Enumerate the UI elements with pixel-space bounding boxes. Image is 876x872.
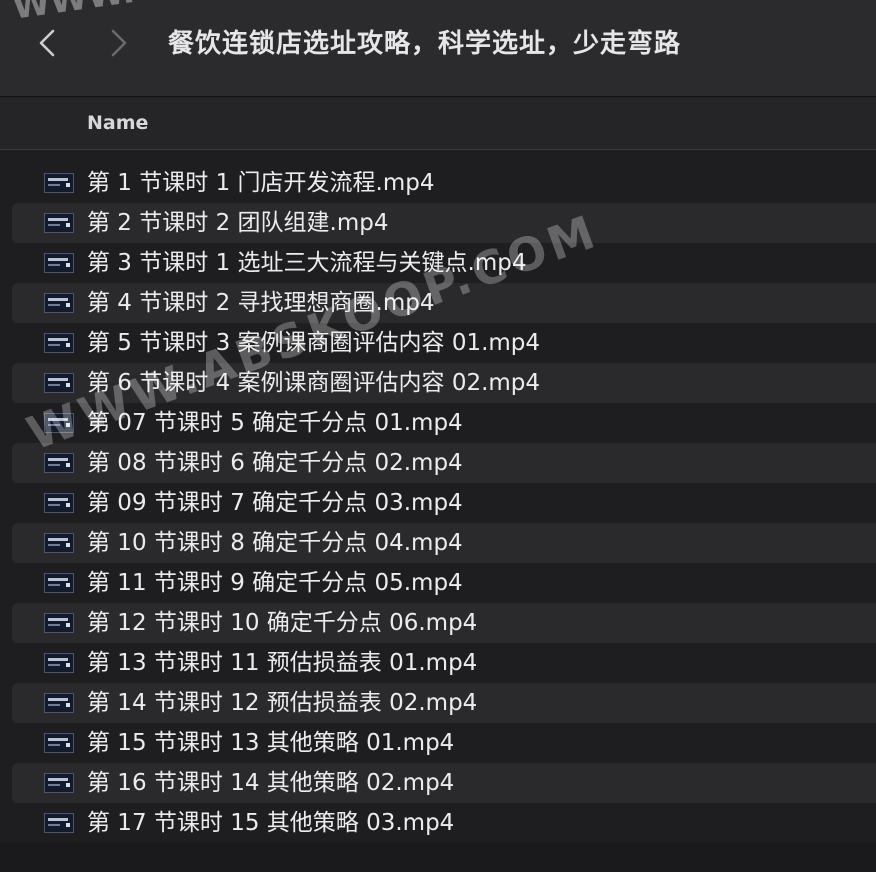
- video-file-icon: [44, 413, 74, 433]
- window-titlebar: 餐饮连锁店选址攻略，科学选址，少走弯路: [0, 0, 876, 97]
- chevron-right-icon: [110, 28, 128, 58]
- file-name: 第 09 节课时 7 确定千分点 03.mp4: [87, 490, 463, 516]
- file-name: 第 10 节课时 8 确定千分点 04.mp4: [87, 530, 463, 556]
- video-file-icon: [44, 293, 74, 313]
- file-row[interactable]: 第 16 节课时 14 其他策略 02.mp4: [12, 763, 876, 803]
- list-footer: [0, 843, 876, 872]
- file-name: 第 2 节课时 2 团队组建.mp4: [87, 210, 389, 236]
- file-name: 第 12 节课时 10 确定千分点 06.mp4: [87, 610, 478, 636]
- file-row[interactable]: 第 11 节课时 9 确定千分点 05.mp4: [12, 563, 876, 603]
- video-file-icon: [44, 733, 74, 753]
- file-row[interactable]: 第 15 节课时 13 其他策略 01.mp4: [12, 723, 876, 763]
- file-row[interactable]: 第 1 节课时 1 门店开发流程.mp4: [12, 163, 876, 203]
- video-file-icon: [44, 813, 74, 833]
- file-row[interactable]: 第 6 节课时 4 案例课商圈评估内容 02.mp4: [12, 363, 876, 403]
- file-name: 第 5 节课时 3 案例课商圈评估内容 01.mp4: [87, 330, 541, 356]
- file-name: 第 4 节课时 2 寻找理想商圈.mp4: [87, 290, 435, 316]
- file-name: 第 6 节课时 4 案例课商圈评估内容 02.mp4: [87, 370, 541, 396]
- file-row[interactable]: 第 3 节课时 1 选址三大流程与关键点.mp4: [12, 243, 876, 283]
- video-file-icon: [44, 533, 74, 553]
- file-row[interactable]: 第 12 节课时 10 确定千分点 06.mp4: [12, 603, 876, 643]
- file-name: 第 13 节课时 11 预估损益表 01.mp4: [87, 650, 478, 676]
- file-row[interactable]: 第 09 节课时 7 确定千分点 03.mp4: [12, 483, 876, 523]
- video-file-icon: [44, 773, 74, 793]
- video-file-icon: [44, 493, 74, 513]
- file-name: 第 08 节课时 6 确定千分点 02.mp4: [87, 450, 463, 476]
- video-file-icon: [44, 213, 74, 233]
- file-row[interactable]: 第 13 节课时 11 预估损益表 01.mp4: [12, 643, 876, 683]
- file-list: 第 1 节课时 1 门店开发流程.mp4 第 2 节课时 2 团队组建.mp4 第 …: [0, 163, 876, 843]
- video-file-icon: [44, 333, 74, 353]
- file-name: 第 1 节课时 1 门店开发流程.mp4: [87, 170, 435, 196]
- window-title: 餐饮连锁店选址攻略，科学选址，少走弯路: [168, 29, 682, 59]
- video-file-icon: [44, 693, 74, 713]
- file-row[interactable]: 第 4 节课时 2 寻找理想商圈.mp4: [12, 283, 876, 323]
- video-file-icon: [44, 373, 74, 393]
- file-row[interactable]: 第 07 节课时 5 确定千分点 01.mp4: [12, 403, 876, 443]
- file-name: 第 14 节课时 12 预估损益表 02.mp4: [87, 690, 478, 716]
- video-file-icon: [44, 173, 74, 193]
- file-name: 第 15 节课时 13 其他策略 01.mp4: [87, 730, 455, 756]
- video-file-icon: [44, 573, 74, 593]
- list-header: Name: [0, 97, 876, 150]
- file-row[interactable]: 第 14 节课时 12 预估损益表 02.mp4: [12, 683, 876, 723]
- column-header-name[interactable]: Name: [87, 97, 148, 149]
- forward-button[interactable]: [102, 22, 136, 64]
- file-name: 第 07 节课时 5 确定千分点 01.mp4: [87, 410, 463, 436]
- file-name: 第 11 节课时 9 确定千分点 05.mp4: [87, 570, 463, 596]
- file-name: 第 17 节课时 15 其他策略 03.mp4: [87, 810, 455, 836]
- back-button[interactable]: [30, 22, 64, 64]
- file-name: 第 3 节课时 1 选址三大流程与关键点.mp4: [87, 250, 527, 276]
- file-row[interactable]: 第 17 节课时 15 其他策略 03.mp4: [12, 803, 876, 843]
- file-row[interactable]: 第 08 节课时 6 确定千分点 02.mp4: [12, 443, 876, 483]
- file-row[interactable]: 第 5 节课时 3 案例课商圈评估内容 01.mp4: [12, 323, 876, 363]
- file-row[interactable]: 第 2 节课时 2 团队组建.mp4: [12, 203, 876, 243]
- file-name: 第 16 节课时 14 其他策略 02.mp4: [87, 770, 455, 796]
- video-file-icon: [44, 453, 74, 473]
- video-file-icon: [44, 253, 74, 273]
- chevron-left-icon: [38, 28, 56, 58]
- video-file-icon: [44, 613, 74, 633]
- file-row[interactable]: 第 10 节课时 8 确定千分点 04.mp4: [12, 523, 876, 563]
- video-file-icon: [44, 653, 74, 673]
